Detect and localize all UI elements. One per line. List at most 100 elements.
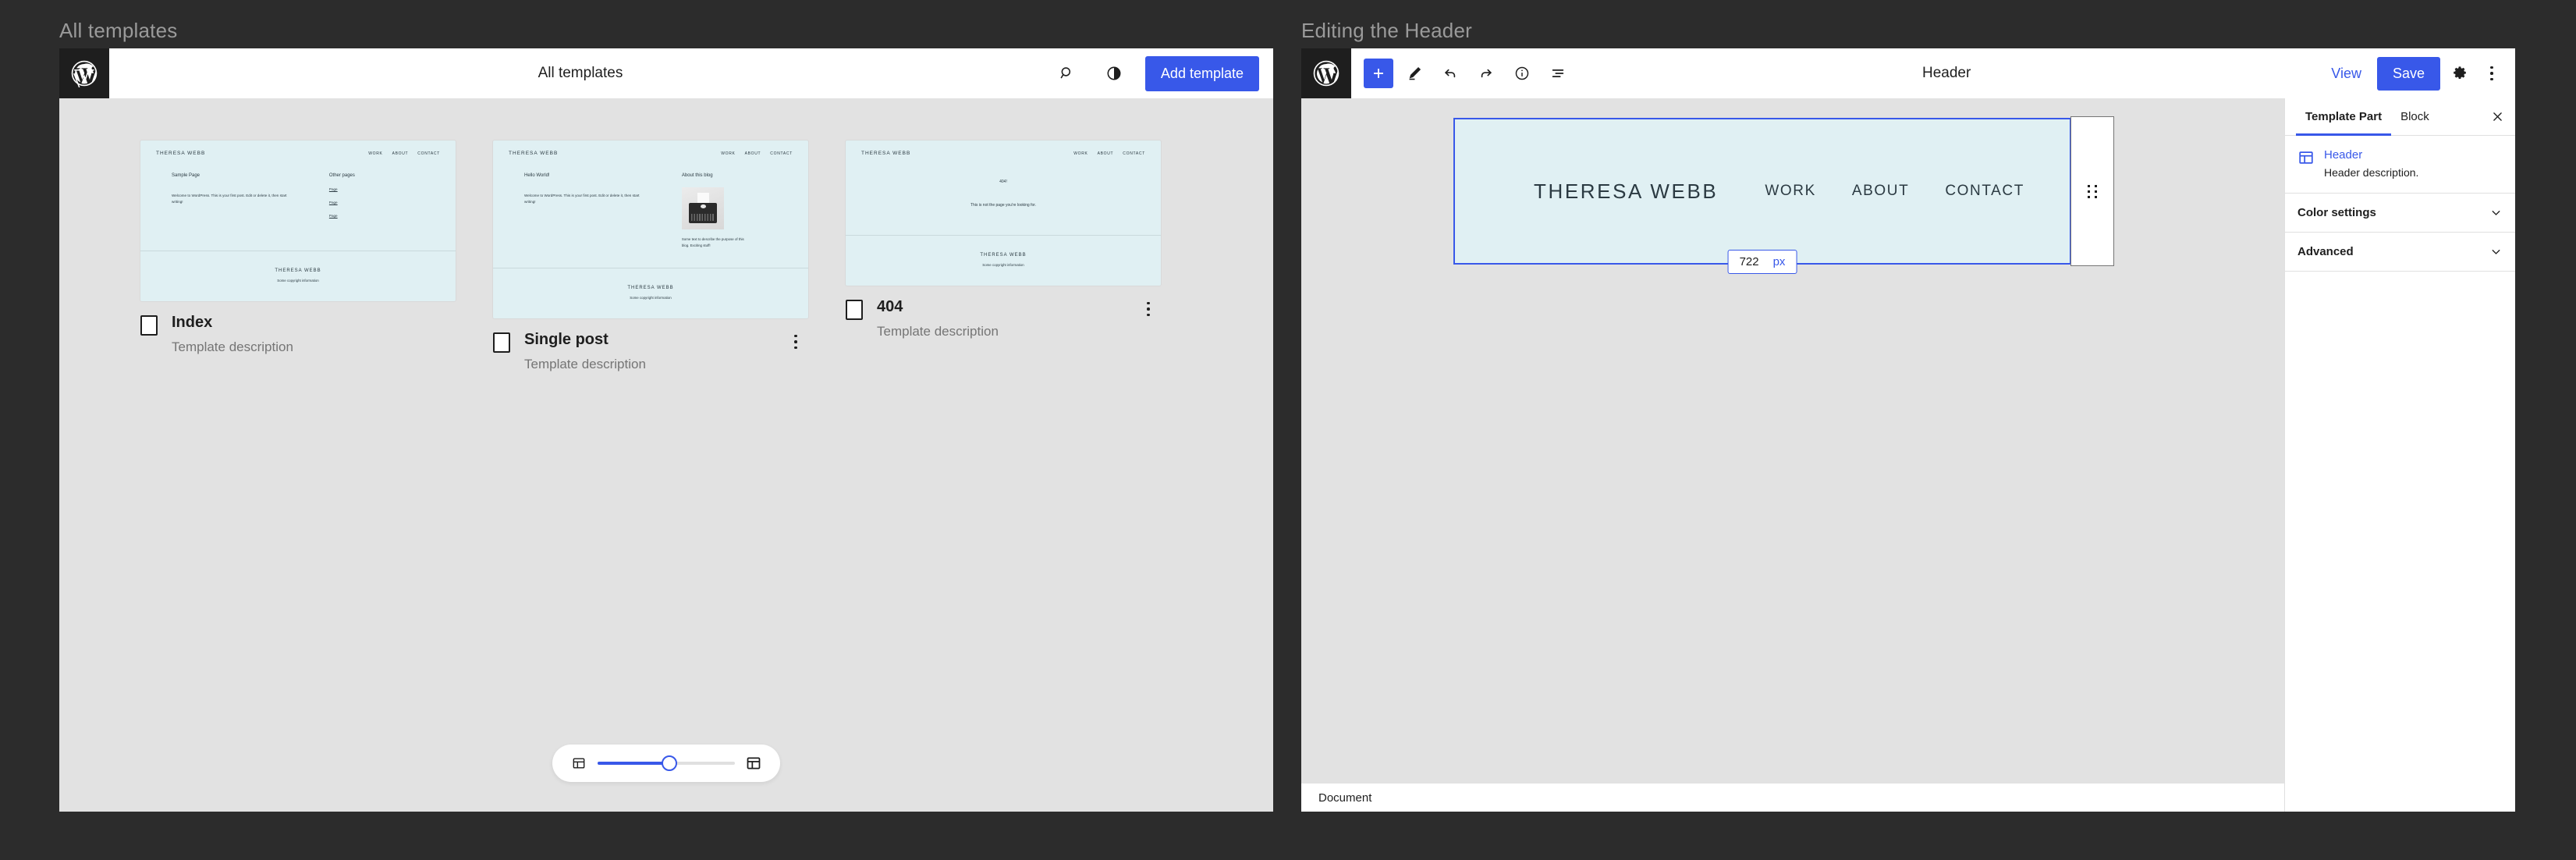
editor-toolbar	[1351, 59, 1573, 88]
mini-footer-brand: THERESA WEBB	[980, 253, 1027, 258]
mini-aside-caption: Some text to describe the purpose of thi…	[681, 237, 744, 247]
mini-aside-link: Page	[328, 201, 338, 204]
editor-header-actions: View Save	[2320, 56, 2515, 91]
mini-content: Hello World! Welcome to WordPress. This …	[493, 156, 808, 268]
section-label: Advanced	[2297, 245, 2354, 258]
mini-footer-note: Some copyright information	[277, 279, 319, 283]
template-preview[interactable]: THERESA WEBB WORK ABOUT CONTACT 404! Thi…	[846, 140, 1161, 286]
nav-item-work[interactable]: WORK	[1765, 183, 1816, 200]
app-root: All templates All templates Add template…	[0, 0, 2576, 860]
mini-body: Welcome to WordPress. This is your first…	[524, 194, 640, 204]
mini-heading: Sample Page	[172, 173, 200, 178]
mini-content: 404! This is not the page you're looking…	[846, 156, 1161, 235]
wordpress-logo-icon[interactable]	[59, 48, 109, 98]
undo-icon[interactable]	[1435, 59, 1465, 88]
templates-header: All templates Add template	[59, 48, 1273, 98]
chevron-down-icon	[2492, 250, 2500, 254]
drag-handle-icon[interactable]	[2070, 116, 2114, 266]
tab-template-part[interactable]: Template Part	[2296, 98, 2392, 136]
header-actions: Add template	[1052, 55, 1273, 91]
nav-item-about[interactable]: ABOUT	[1852, 183, 1909, 200]
contrast-toggle-icon[interactable]	[1098, 58, 1130, 89]
template-card-single-post[interactable]: THERESA WEBB WORK ABOUT CONTACT Hello Wo…	[493, 140, 808, 372]
mini-site: THERESA WEBB WORK ABOUT CONTACT Sample P…	[140, 140, 456, 301]
site-brand[interactable]: THERESA WEBB	[1534, 179, 1718, 204]
site-navigation: WORK ABOUT CONTACT	[1765, 183, 2024, 200]
mini-heading: Hello World!	[524, 173, 550, 178]
editor-title: Header	[1921, 65, 1971, 81]
chevron-down-icon	[2492, 211, 2500, 215]
kebab-menu-icon[interactable]	[2479, 61, 2504, 86]
mini-aside-title: About this blog	[681, 173, 713, 178]
list-view-icon[interactable]	[1543, 59, 1573, 88]
kebab-menu-icon[interactable]	[783, 329, 808, 354]
layout-large-icon[interactable]	[746, 755, 761, 771]
zoom-slider[interactable]	[598, 755, 735, 771]
mini-header: THERESA WEBB WORK ABOUT CONTACT	[140, 140, 456, 156]
section-advanced[interactable]: Advanced	[2285, 233, 2515, 272]
mini-nav-item: CONTACT	[1123, 151, 1145, 156]
header-block-wrapper: THERESA WEBB WORK ABOUT CONTACT 722 px	[1453, 116, 2114, 274]
view-button[interactable]: View	[2320, 58, 2372, 90]
mini-nav-item: WORK	[1073, 151, 1088, 156]
header-template-part-block[interactable]: THERESA WEBB WORK ABOUT CONTACT 722 px	[1453, 118, 2071, 274]
mini-footer: THERESA WEBB Some copyright information	[493, 268, 808, 318]
mini-footer-note: Some copyright information	[982, 263, 1024, 267]
template-card-index[interactable]: THERESA WEBB WORK ABOUT CONTACT Sample P…	[140, 140, 456, 355]
template-card-404[interactable]: THERESA WEBB WORK ABOUT CONTACT 404! Thi…	[846, 140, 1161, 339]
mini-brand: THERESA WEBB	[156, 151, 206, 156]
zoom-slider-thumb[interactable]	[661, 755, 677, 771]
mini-nav-item: ABOUT	[392, 151, 409, 156]
mini-aside-link: Page	[328, 187, 338, 191]
mini-footer-brand: THERESA WEBB	[627, 286, 674, 290]
mini-nav-item: WORK	[721, 151, 736, 156]
template-name: 404	[877, 298, 903, 315]
nav-item-contact[interactable]: CONTACT	[1945, 183, 2024, 200]
gear-icon[interactable]	[2445, 59, 2475, 88]
right-panel-caption: Editing the Header	[1301, 19, 1472, 42]
save-button[interactable]: Save	[2376, 56, 2440, 91]
mini-brand: THERESA WEBB	[509, 151, 559, 156]
editor-canvas[interactable]: THERESA WEBB WORK ABOUT CONTACT 722 px	[1301, 98, 2284, 812]
mini-heading: 404!	[999, 179, 1007, 184]
templates-body: THERESA WEBB WORK ABOUT CONTACT Sample P…	[59, 98, 1273, 812]
section-color-settings[interactable]: Color settings	[2285, 194, 2515, 233]
block-info: Header Header description.	[2285, 136, 2515, 194]
mini-body: Welcome to WordPress. This is your first…	[172, 194, 287, 204]
preview-size-control[interactable]	[552, 745, 780, 782]
mini-nav-item: ABOUT	[1097, 151, 1114, 156]
mini-brand: THERESA WEBB	[861, 151, 911, 156]
kebab-menu-icon[interactable]	[1136, 297, 1161, 322]
template-name: Single post	[524, 331, 609, 348]
document-label: Document	[1318, 791, 1372, 805]
mini-nav: WORK ABOUT CONTACT	[368, 151, 440, 156]
site-editor-panel: Header View Save THERESA WEBB WORK ABOUT…	[1301, 48, 2515, 812]
template-icon	[140, 315, 158, 336]
template-description: Template description	[524, 357, 646, 371]
plus-icon[interactable]	[1364, 59, 1393, 88]
close-icon[interactable]	[2484, 104, 2510, 130]
search-icon[interactable]	[1052, 58, 1083, 89]
mini-nav-item: CONTACT	[417, 151, 440, 156]
layout-small-icon[interactable]	[571, 755, 587, 771]
mini-nav-item: ABOUT	[744, 151, 761, 156]
template-part-icon	[2299, 151, 2313, 164]
template-preview[interactable]: THERESA WEBB WORK ABOUT CONTACT Hello Wo…	[493, 140, 808, 318]
info-icon[interactable]	[1507, 59, 1537, 88]
mini-footer-brand: THERESA WEBB	[275, 268, 321, 273]
redo-icon[interactable]	[1471, 59, 1501, 88]
wordpress-logo-icon[interactable]	[1301, 48, 1351, 98]
size-value: 722	[1739, 255, 1759, 268]
template-icon	[846, 300, 863, 320]
mini-content: Sample Page Welcome to WordPress. This i…	[140, 156, 456, 251]
template-description: Template description	[172, 339, 293, 354]
template-name: Index	[172, 314, 213, 331]
tab-block[interactable]: Block	[2391, 98, 2439, 136]
editor-header: Header View Save	[1301, 48, 2515, 98]
pencil-icon[interactable]	[1400, 59, 1429, 88]
document-status-bar[interactable]: Document	[1301, 784, 2284, 812]
mini-nav: WORK ABOUT CONTACT	[1073, 151, 1145, 156]
template-preview[interactable]: THERESA WEBB WORK ABOUT CONTACT Sample P…	[140, 140, 456, 301]
mini-header: THERESA WEBB WORK ABOUT CONTACT	[493, 140, 808, 156]
add-template-button[interactable]: Add template	[1144, 55, 1259, 91]
